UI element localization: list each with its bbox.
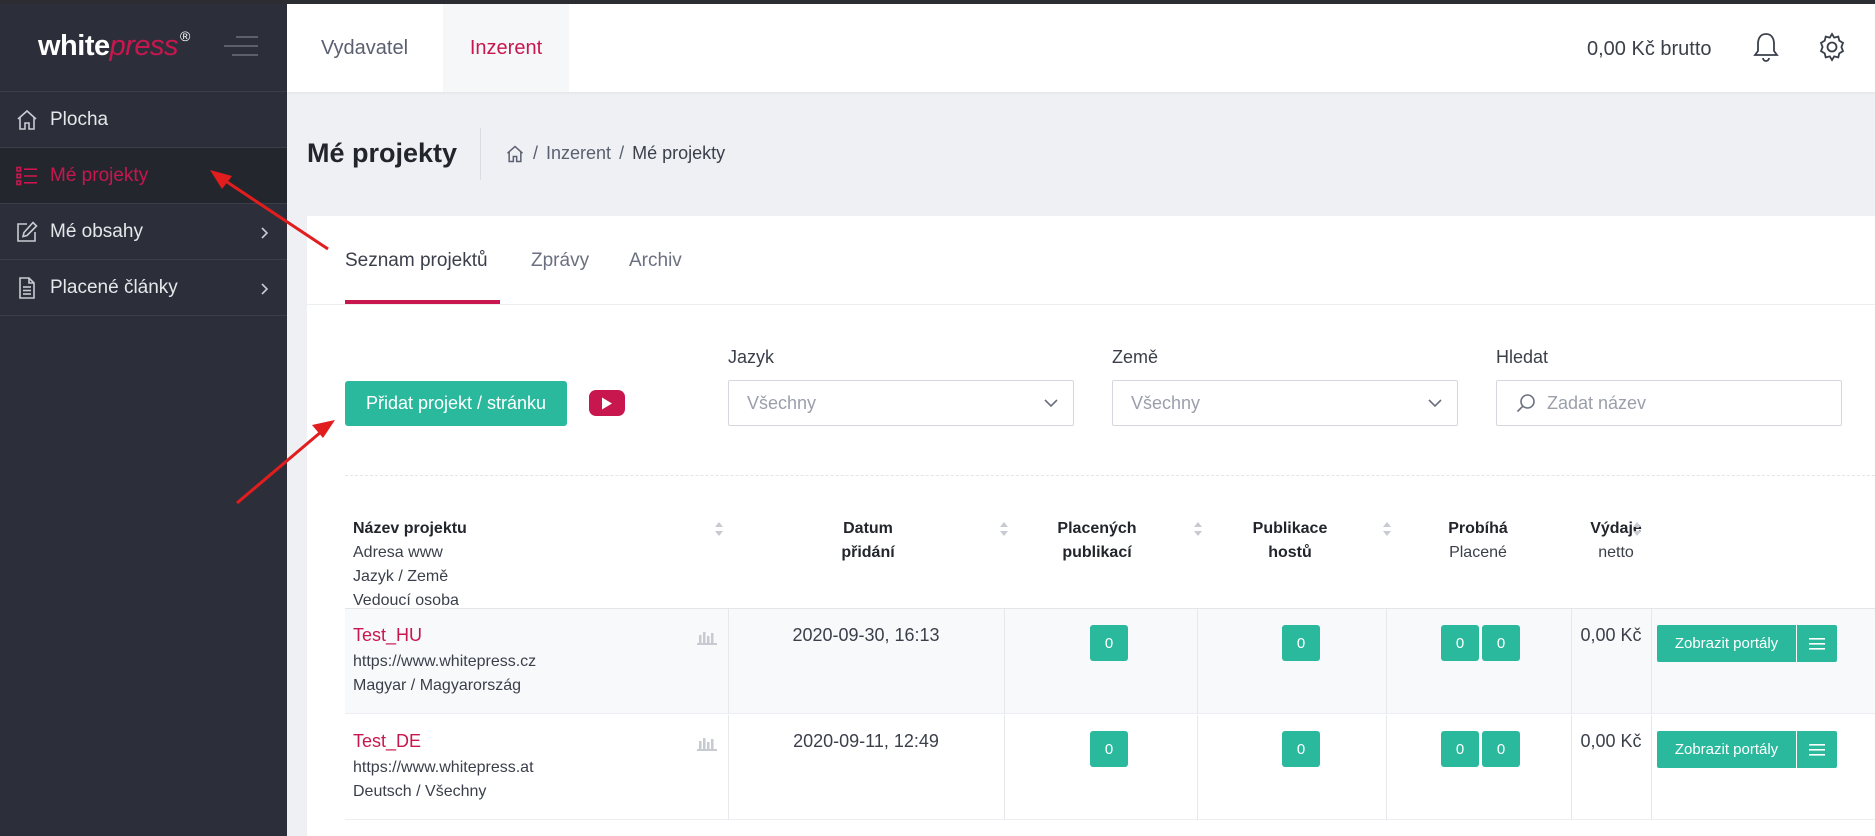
home-icon[interactable] [505,144,525,164]
column-header-running[interactable]: Probíhá Placené [1398,517,1558,565]
sort-icon[interactable] [1193,521,1203,537]
date-added: 2020-09-11, 12:49 [793,731,939,751]
sidebar-item-label: Mé projekty [50,164,149,186]
country-select-value: Všechny [1131,392,1201,413]
tab-reports[interactable]: Zprávy [531,250,589,272]
spend-value: 0,00 Kč [1580,625,1642,645]
sidebar-item-my-projects[interactable]: Mé projekty [0,148,287,204]
sidebar-item-my-content[interactable]: Mé obsahy [0,204,287,260]
menu-toggle-icon[interactable] [223,35,258,56]
column-header-project[interactable]: Název projektu Adresa www Jazyk / Země V… [353,517,467,613]
account-balance: 0,00 Kč brutto [1587,38,1712,60]
language-select[interactable]: Všechny [728,380,1074,426]
column-header-spend[interactable]: Výdaje netto [1566,517,1666,565]
running-paid-badge[interactable]: 0 [1482,731,1520,767]
project-language-country: Deutsch / Všechny [353,783,487,800]
page-title: Mé projekty [307,138,458,168]
top-border [0,0,1875,4]
language-filter-label: Jazyk [728,347,775,367]
show-portals-button[interactable]: Zobrazit portály [1657,731,1796,768]
sort-icon[interactable] [999,521,1009,537]
tab-advertiser[interactable]: Inzerent [443,4,569,92]
column-header-guest[interactable]: Publikace hostů [1210,517,1370,565]
project-name-link[interactable]: Test_DE [353,731,421,752]
sort-icon[interactable] [714,521,724,537]
sidebar-item-label: Placené články [50,276,178,298]
bar-chart-icon[interactable] [697,735,717,756]
list-icon [14,163,40,189]
guest-publications-badge[interactable]: 0 [1282,625,1320,661]
search-label: Hledat [1496,347,1549,367]
chevron-down-icon [1427,395,1443,416]
show-portals-button[interactable]: Zobrazit portály [1657,625,1796,662]
country-select[interactable]: Všechny [1112,380,1458,426]
running-badge[interactable]: 0 [1441,731,1479,767]
bar-chart-icon[interactable] [697,629,717,650]
language-select-value: Všechny [747,392,817,413]
spend-value: 0,00 Kč [1580,731,1642,751]
paid-publications-badge[interactable]: 0 [1090,731,1128,767]
guest-publications-badge[interactable]: 0 [1282,731,1320,767]
edit-icon [14,219,40,245]
title-divider [480,128,481,180]
table-row: Test_DE https://www.whitepress.at Deutsc… [345,715,1875,820]
projects-card: Seznam projektů Zprávy Archiv Přidat pro… [307,216,1875,836]
chevron-right-icon [259,280,269,302]
tab-publisher[interactable]: Vydavatel [287,4,442,92]
logo[interactable]: whitepress ® [38,28,190,63]
row-menu-icon[interactable] [1797,625,1837,662]
gear-icon[interactable] [1815,30,1849,64]
brand-bar: whitepress ® [0,0,287,92]
sidebar-item-label: Mé obsahy [50,220,143,242]
home-icon [14,107,40,133]
column-header-date[interactable]: Datum přidání [788,517,948,565]
search-icon [1515,392,1537,414]
project-url: https://www.whitepress.at [353,759,534,776]
project-url: https://www.whitepress.cz [353,653,537,670]
sidebar-item-dashboard[interactable]: Plocha [0,92,287,148]
sidebar: whitepress ® Plocha Mé projekty Mé obsahy… [0,0,287,836]
column-header-paid[interactable]: Placených publikací [1017,517,1177,565]
project-tabs: Seznam projektů Zprávy Archiv [307,216,1875,305]
search-placeholder: Zadat název [1547,392,1647,413]
sort-icon[interactable] [1382,521,1392,537]
tab-archive[interactable]: Archiv [629,250,682,272]
sidebar-item-paid-articles[interactable]: Placené články [0,260,287,316]
running-paid-badge[interactable]: 0 [1482,625,1520,661]
chevron-right-icon [259,224,269,246]
sidebar-item-label: Plocha [50,108,109,130]
table-header: Název projektu Adresa www Jazyk / Země V… [345,501,1875,609]
tab-project-list[interactable]: Seznam projektů [345,250,488,272]
active-tab-indicator [345,300,500,304]
top-header: Vydavatel Inzerent 0,00 Kč brutto [287,4,1875,92]
project-language-country: Magyar / Magyarország [353,677,522,694]
bell-icon[interactable] [1749,30,1783,64]
section-divider [345,475,1875,476]
table-row: Test_HU https://www.whitepress.cz Magyar… [345,609,1875,714]
breadcrumb: / Inzerent / Mé projekty [505,143,725,164]
date-added: 2020-09-30, 16:13 [792,625,940,645]
project-name-link[interactable]: Test_HU [353,625,422,646]
sort-icon[interactable] [1632,521,1642,537]
add-project-button[interactable]: Přidat projekt / stránku [345,381,567,426]
paid-publications-badge[interactable]: 0 [1090,625,1128,661]
search-input[interactable]: Zadat název [1496,380,1842,426]
breadcrumb-advertiser[interactable]: Inzerent [546,143,611,164]
running-badge[interactable]: 0 [1441,625,1479,661]
youtube-icon[interactable] [589,390,625,416]
row-menu-icon[interactable] [1797,731,1837,768]
chevron-down-icon [1043,395,1059,416]
document-icon [14,275,40,301]
country-filter-label: Země [1112,347,1159,367]
breadcrumb-current: Mé projekty [632,143,726,163]
